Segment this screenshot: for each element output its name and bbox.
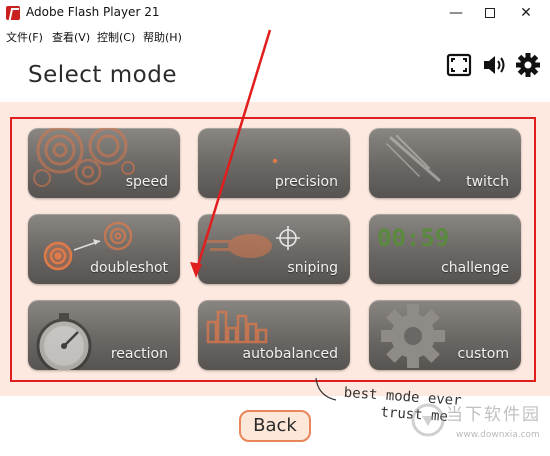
header: Select mode bbox=[0, 44, 550, 102]
speaker-icon[interactable] bbox=[482, 52, 508, 78]
highlight-box bbox=[10, 117, 536, 382]
fullscreen-icon[interactable] bbox=[446, 52, 472, 78]
flash-icon bbox=[6, 6, 20, 20]
back-button[interactable]: Back bbox=[239, 410, 311, 442]
watermark-text: 当下软件园 bbox=[446, 405, 541, 425]
window-title: Adobe Flash Player 21 bbox=[26, 5, 160, 19]
menu-view[interactable]: 查看(V) bbox=[52, 29, 90, 45]
menu-bar: 文件(F) 查看(V) 控制(C) 帮助(H) bbox=[0, 28, 550, 44]
watermark-url: www.downxia.com bbox=[456, 430, 540, 440]
menu-help[interactable]: 帮助(H) bbox=[143, 29, 182, 45]
maximize-button[interactable] bbox=[470, 0, 510, 28]
title-bar: Adobe Flash Player 21 — ✕ bbox=[0, 0, 550, 28]
menu-file[interactable]: 文件(F) bbox=[6, 29, 43, 45]
gear-icon[interactable] bbox=[515, 52, 541, 78]
maximize-icon bbox=[485, 8, 495, 18]
close-button[interactable]: ✕ bbox=[506, 0, 546, 28]
menu-control[interactable]: 控制(C) bbox=[97, 29, 135, 45]
page-title: Select mode bbox=[28, 62, 177, 88]
